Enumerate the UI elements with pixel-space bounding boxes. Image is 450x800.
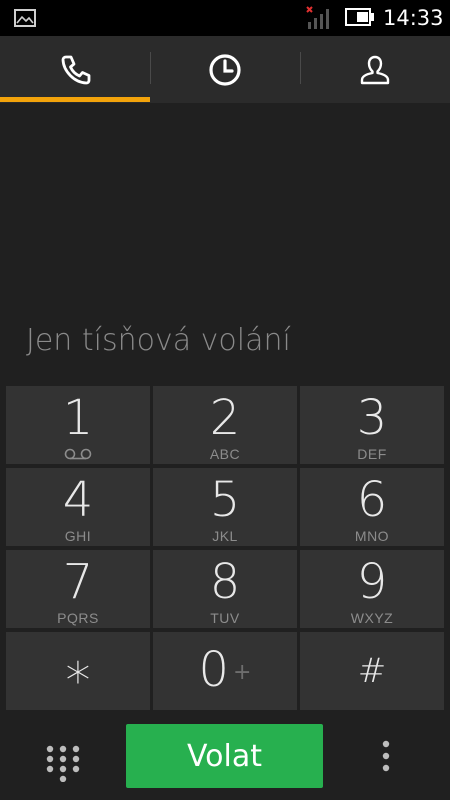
key-digit: 0 xyxy=(198,642,230,698)
tab-dialer[interactable] xyxy=(0,36,150,103)
key-letters: WXYZ xyxy=(350,610,394,626)
dialpad: 1 2 ABC 3 DEF 4 GHI 5 JKL 6 MNO 7 PQRS 8… xyxy=(6,386,444,710)
key-2[interactable]: 2 ABC xyxy=(153,386,297,464)
key-letters: DEF xyxy=(357,446,387,462)
key-letters: ABC xyxy=(209,446,241,462)
no-signal-icon xyxy=(306,6,329,29)
bottom-bar: Volat xyxy=(0,712,450,800)
key-letters: GHI xyxy=(64,528,92,544)
selected-tab-indicator xyxy=(0,97,150,102)
key-0[interactable]: 0 + xyxy=(153,632,297,710)
key-letters: JKL xyxy=(212,528,238,544)
key-digit: 4 xyxy=(62,472,94,528)
status-time: 14:33 xyxy=(383,6,444,30)
key-digit: 2 xyxy=(209,390,241,446)
key-digit: 7 xyxy=(62,554,94,610)
key-7[interactable]: 7 PQRS xyxy=(6,550,150,628)
emergency-only-hint: Jen tísňová volání xyxy=(26,323,291,358)
key-digit: 8 xyxy=(209,554,241,610)
voicemail-icon xyxy=(64,448,92,460)
key-hash[interactable]: # xyxy=(300,632,444,710)
call-button[interactable]: Volat xyxy=(126,724,323,788)
key-8[interactable]: 8 TUV xyxy=(153,550,297,628)
key-9[interactable]: 9 WXYZ xyxy=(300,550,444,628)
key-1[interactable]: 1 xyxy=(6,386,150,464)
key-letters: PQRS xyxy=(57,610,99,626)
clock-icon xyxy=(209,53,241,86)
key-4[interactable]: 4 GHI xyxy=(6,468,150,546)
key-digit: * xyxy=(65,652,91,710)
phone-icon xyxy=(61,55,91,84)
key-3[interactable]: 3 DEF xyxy=(300,386,444,464)
person-icon xyxy=(360,55,390,84)
key-star[interactable]: * xyxy=(6,632,150,710)
key-plus: + xyxy=(233,660,252,685)
tab-call-log[interactable] xyxy=(150,36,300,103)
status-bar: 14:33 xyxy=(0,0,450,36)
tab-contacts[interactable] xyxy=(300,36,450,103)
image-notification-icon xyxy=(14,9,36,27)
key-digit: # xyxy=(357,651,387,691)
key-digit: 9 xyxy=(356,554,388,610)
key-letters: MNO xyxy=(354,528,390,544)
key-digit: 5 xyxy=(209,472,241,528)
key-6[interactable]: 6 MNO xyxy=(300,468,444,546)
dialpad-toggle-icon[interactable] xyxy=(44,744,82,782)
key-letters: TUV xyxy=(210,610,240,626)
battery-icon xyxy=(345,8,374,26)
tab-bar xyxy=(0,36,450,103)
number-display[interactable]: Jen tísňová volání xyxy=(0,103,450,385)
overflow-menu-icon[interactable] xyxy=(374,738,398,778)
key-5[interactable]: 5 JKL xyxy=(153,468,297,546)
key-digit: 1 xyxy=(62,390,94,446)
key-digit: 3 xyxy=(356,390,388,446)
key-digit: 6 xyxy=(356,472,388,528)
